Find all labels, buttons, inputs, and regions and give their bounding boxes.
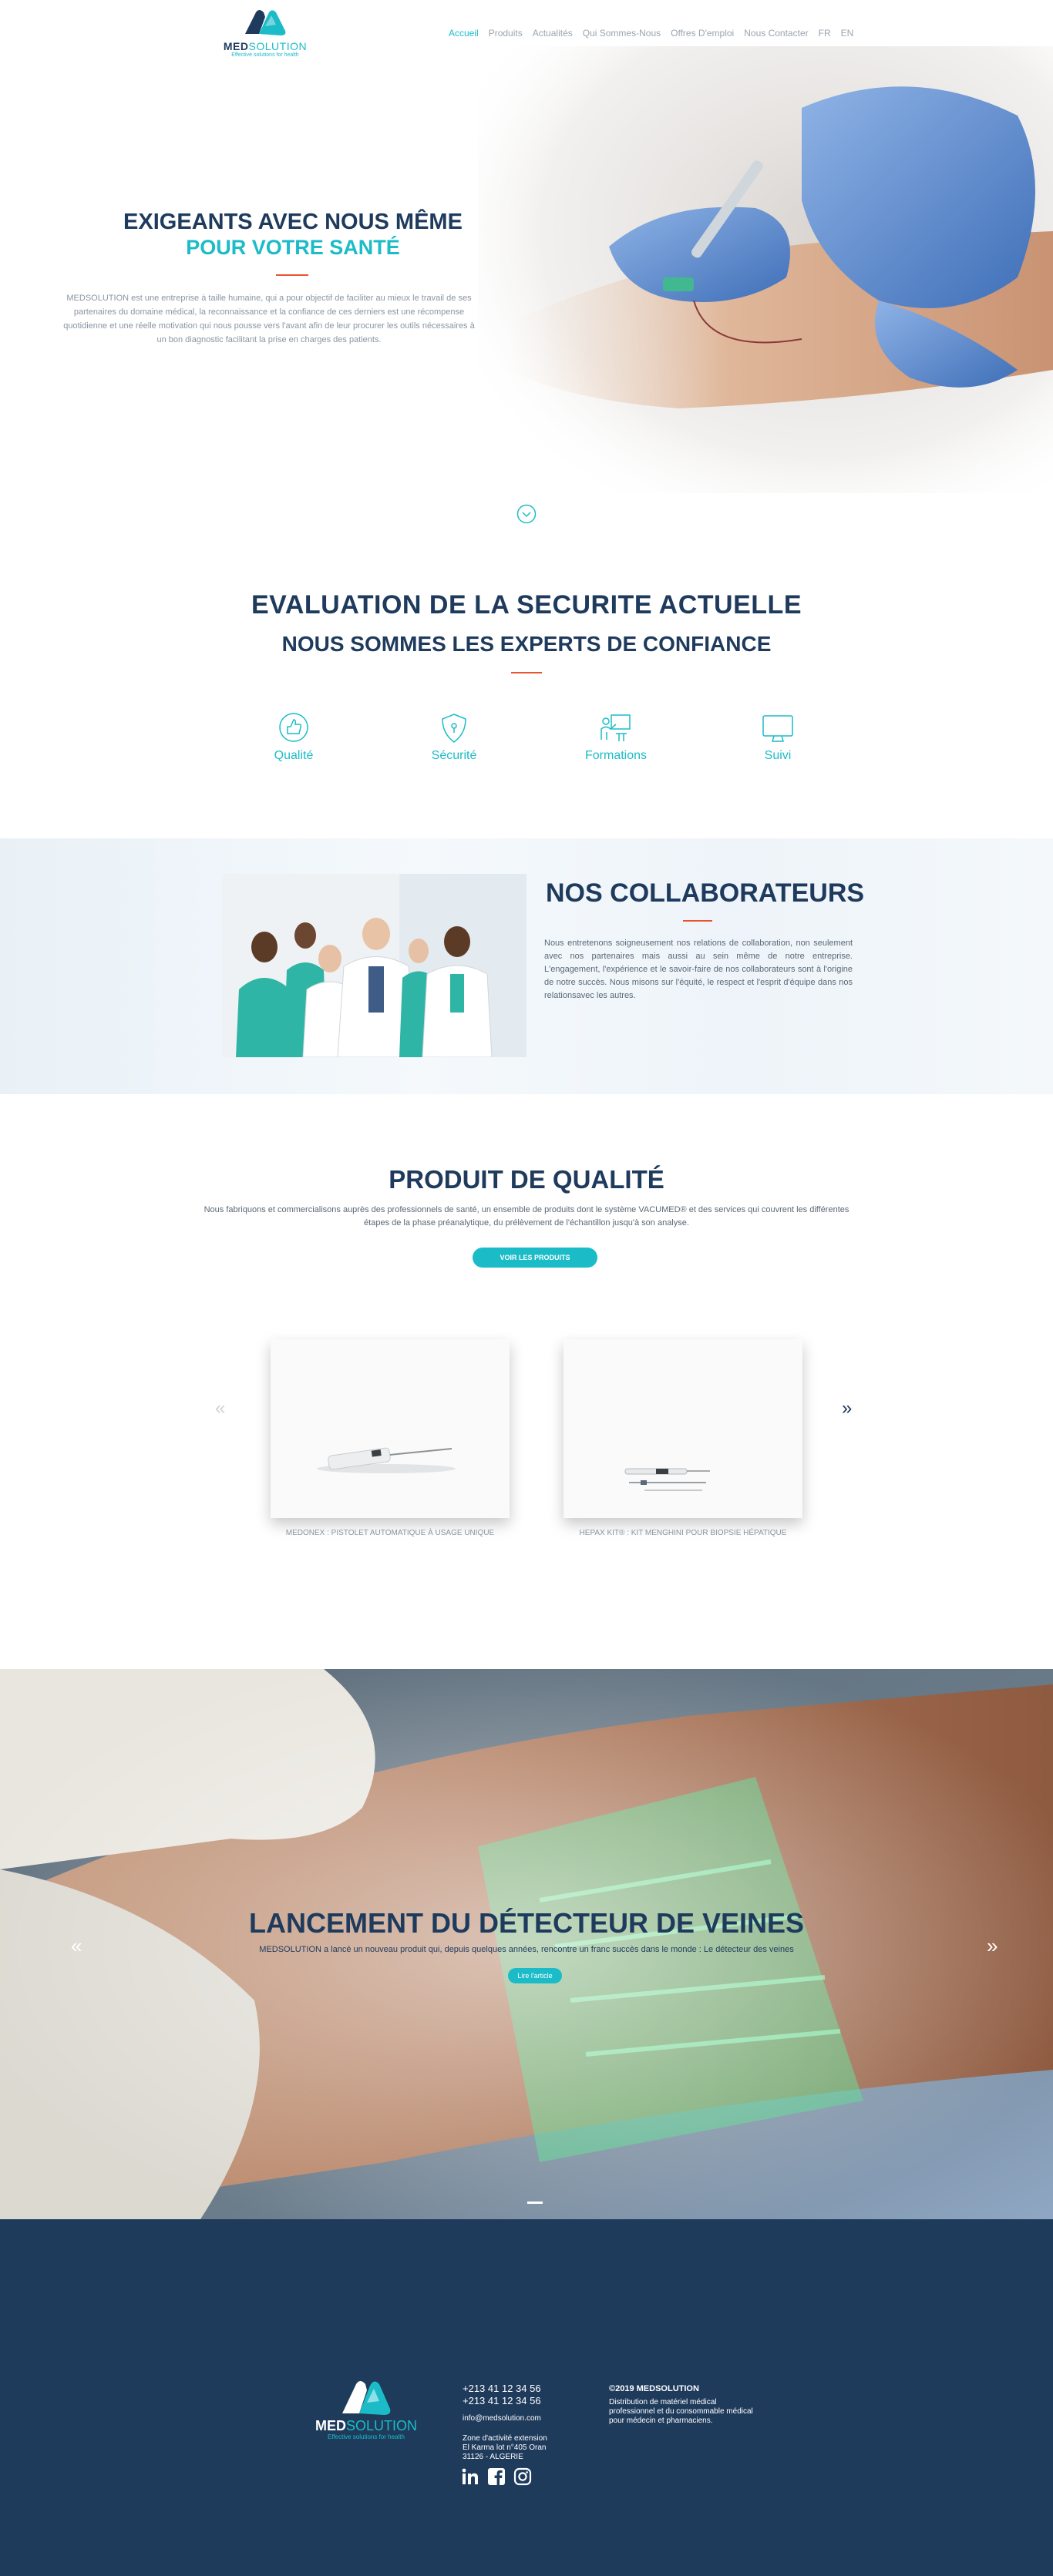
footer-address-line2: El Karma lot n°405 Oran xyxy=(463,2443,547,2452)
feature-label: Sécurité xyxy=(431,749,477,762)
product-caption[interactable]: MEDONEX : PISTOLET AUTOMATIQUE À USAGE U… xyxy=(251,1529,529,1537)
collaborators-divider xyxy=(683,920,712,922)
product-caption[interactable]: HEPAX KIT® : KIT MENGHINI POUR BIOPSIE H… xyxy=(544,1529,822,1537)
footer-description: Distribution de matériel médical profess… xyxy=(609,2398,753,2425)
footer-copyright: ©2019 MEDSOLUTION xyxy=(609,2384,699,2393)
logo[interactable]: MEDSOLUTION Effective solutions for heal… xyxy=(219,8,311,58)
collaborators-title-light: NOS xyxy=(546,878,603,908)
feature-label: Suivi xyxy=(764,749,792,762)
product-image xyxy=(564,1339,802,1518)
feature-suivi: Suivi xyxy=(728,712,828,763)
see-products-button[interactable]: VOIR LES PRODUITS xyxy=(473,1248,597,1268)
footer-email[interactable]: info@medsolution.com xyxy=(463,2414,541,2423)
hero-subtitle: POUR VOTRE SANTÉ xyxy=(186,236,400,259)
logo-word-med: MED xyxy=(223,40,249,52)
logo-word-solution: SOLUTION xyxy=(248,40,308,52)
hero-title: EXIGEANTS AVEC NOUS MÊME xyxy=(123,210,463,234)
footer-logo-word-solution: SOLUTION xyxy=(345,2418,417,2433)
nav-item-qui-sommes-nous[interactable]: Qui Sommes-Nous xyxy=(583,28,661,39)
products-next-arrow[interactable]: » xyxy=(842,1398,852,1419)
footer-logo-tagline: Effective solutions for health xyxy=(328,2433,405,2440)
nav-item-offres-emploi[interactable]: Offres D'emploi xyxy=(671,28,734,39)
evaluation-divider xyxy=(511,672,542,673)
footer-address-line1: Zone d'activité extension xyxy=(463,2434,547,2443)
team-photo xyxy=(222,874,526,1057)
footer-logo[interactable]: MEDSOLUTION Effective solutions for heal… xyxy=(308,2378,424,2440)
banner-next-arrow[interactable]: » xyxy=(987,1934,997,1958)
product-card-medonex[interactable] xyxy=(271,1339,510,1518)
collaborators-title: NOS COLLABORATEURS xyxy=(546,878,864,908)
site-header: MEDSOLUTION Effective solutions for heal… xyxy=(0,0,1053,62)
nav-item-contact[interactable]: Nous Contacter xyxy=(744,28,808,39)
lang-en[interactable]: EN xyxy=(841,28,854,39)
scroll-down-icon[interactable] xyxy=(516,504,537,524)
feature-label: Formations xyxy=(584,749,648,762)
banner-prev-arrow[interactable]: « xyxy=(71,1934,82,1958)
vein-detector-image xyxy=(0,1669,1053,2219)
site-footer: MEDSOLUTION Effective solutions for heal… xyxy=(0,2219,1053,2576)
feature-label: Qualité xyxy=(274,749,314,762)
product-image xyxy=(271,1339,510,1518)
nav-item-produits[interactable]: Produits xyxy=(489,28,523,39)
banner-title: LANCEMENT DU DÉTECTEUR DE VEINES xyxy=(248,1907,805,1939)
products-paragraph: Nous fabriquons et commercialisons auprè… xyxy=(204,1205,849,1228)
shield-icon xyxy=(442,714,466,743)
monitor-icon xyxy=(762,715,793,742)
collaborators-paragraph: Nous entretenons soigneusement nos relat… xyxy=(544,939,853,1000)
main-nav: Accueil Produits Actualités Qui Sommes-N… xyxy=(449,28,853,39)
banner-slide-indicator[interactable] xyxy=(527,2202,543,2204)
collaborators-title-bold: COLLABORATEURS xyxy=(610,878,865,908)
nav-item-actualites[interactable]: Actualités xyxy=(533,28,573,39)
linkedin-icon[interactable] xyxy=(461,2467,479,2486)
hero-image xyxy=(478,46,1053,493)
products-prev-arrow[interactable]: « xyxy=(215,1398,225,1419)
news-banner xyxy=(0,1669,1053,2219)
training-icon xyxy=(601,714,631,741)
evaluation-title: EVALUATION DE LA SECURITE ACTUELLE xyxy=(251,590,802,620)
logo-tagline: Effective solutions for health xyxy=(231,52,299,58)
nav-item-accueil[interactable]: Accueil xyxy=(449,28,479,39)
lang-fr[interactable]: FR xyxy=(819,28,831,39)
hero-paragraph: MEDSOLUTION est une entreprise à taille … xyxy=(63,294,475,344)
quality-icon xyxy=(279,713,308,742)
feature-securite: Sécurité xyxy=(404,712,504,763)
footer-phone-2[interactable]: +213 41 12 34 56 xyxy=(463,2395,541,2406)
collaborators-section: NOS COLLABORATEURS Nous entretenons soig… xyxy=(0,838,1053,1094)
banner-paragraph: MEDSOLUTION a lancé un nouveau produit q… xyxy=(259,1945,794,1954)
read-article-button[interactable]: Lire l'article xyxy=(508,1968,562,1983)
feature-formations: Formations xyxy=(566,712,666,763)
feature-qualite: Qualité xyxy=(244,712,344,763)
footer-logo-wordmark: MEDSOLUTION xyxy=(308,2418,424,2434)
footer-logo-mark-icon xyxy=(342,2381,391,2415)
products-title: PRODUIT DE QUALITÉ xyxy=(389,1165,664,1194)
facebook-icon[interactable] xyxy=(487,2467,506,2486)
evaluation-subtitle: NOUS SOMMES LES EXPERTS DE CONFIANCE xyxy=(281,632,772,656)
footer-address-line3: 31126 - ALGERIE xyxy=(463,2453,523,2461)
product-card-hepax[interactable] xyxy=(564,1339,802,1518)
logo-wordmark: MEDSOLUTION xyxy=(219,40,311,52)
logo-mark-icon xyxy=(245,10,286,35)
footer-logo-word-med: MED xyxy=(315,2418,346,2433)
footer-phone-1[interactable]: +213 41 12 34 56 xyxy=(463,2383,541,2394)
hero-divider xyxy=(276,274,308,276)
instagram-icon[interactable] xyxy=(513,2467,532,2486)
